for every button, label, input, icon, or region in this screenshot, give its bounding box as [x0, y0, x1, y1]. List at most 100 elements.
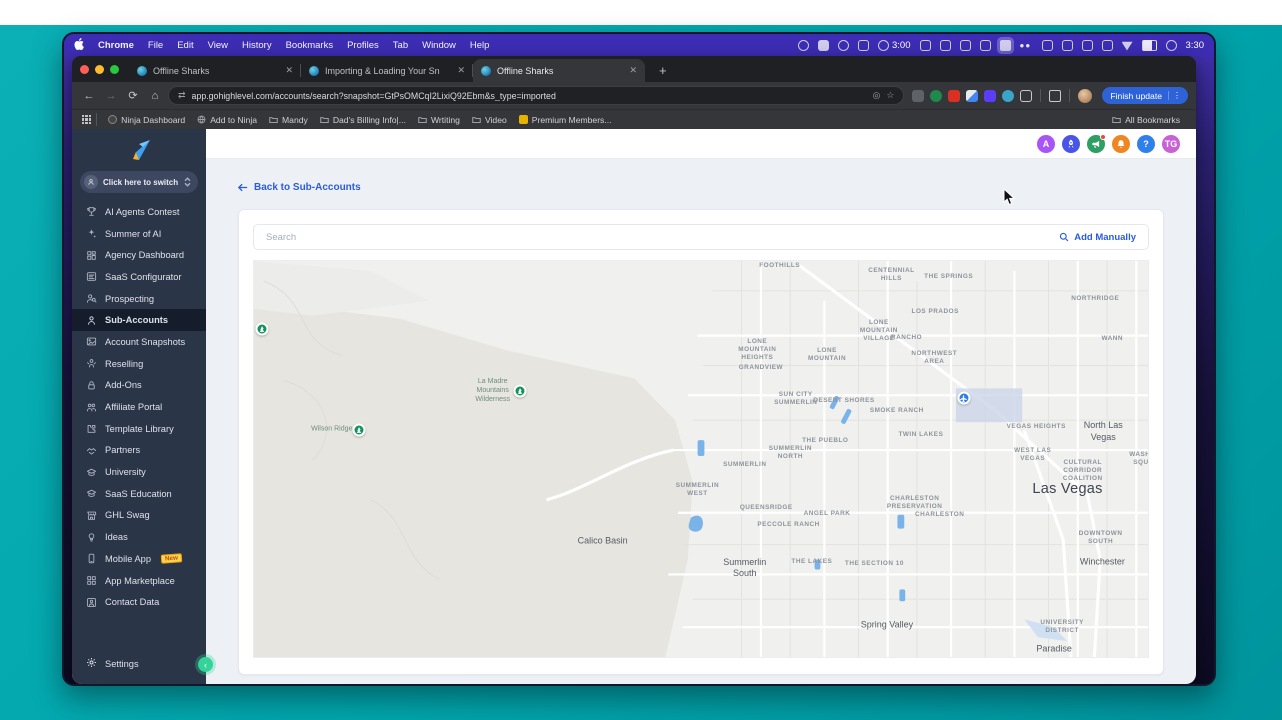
sidebar-item-contact-data[interactable]: Contact Data	[72, 591, 206, 613]
park-marker[interactable]	[352, 423, 366, 437]
bookmark-4[interactable]: Dad's Billing Info|...	[314, 115, 412, 125]
site-settings-icon[interactable]: ⇄	[178, 90, 186, 101]
menu-item-edit[interactable]: Edit	[177, 40, 193, 51]
assistant-icon[interactable]	[838, 39, 849, 51]
browser-tab-3[interactable]: Offline Sharks ✕	[473, 59, 645, 82]
bookmark-7[interactable]: Premium Members...	[513, 115, 618, 125]
apple-menu-icon[interactable]	[74, 37, 84, 53]
sidebar-item-saas-configurator[interactable]: SaaS Configurator	[72, 266, 206, 288]
search-input[interactable]: Search	[266, 232, 1059, 243]
nodes-icon[interactable]	[818, 39, 829, 51]
sidebar-item-ideas[interactable]: Ideas	[72, 526, 206, 548]
finish-update-button[interactable]: Finish update ⋮	[1102, 87, 1188, 104]
search-bar[interactable]: Search Add Manually	[253, 224, 1149, 250]
windows-icon[interactable]	[858, 39, 869, 51]
park-marker[interactable]	[255, 322, 269, 336]
sidebar-item-affiliate-portal[interactable]: Affiliate Portal	[72, 396, 206, 418]
sidebar-item-ghl-swag[interactable]: GHL Swag	[72, 505, 206, 527]
profile-icon[interactable]	[1165, 39, 1177, 51]
address-bar[interactable]: ⇄ app.gohighlevel.com/accounts/search?sn…	[168, 86, 905, 105]
side-panel-icon[interactable]	[1049, 89, 1062, 102]
sidebar-item-settings[interactable]: Settings	[72, 653, 206, 674]
search-icon[interactable]	[1061, 39, 1073, 51]
globe-icon[interactable]	[798, 39, 809, 51]
translate-icon[interactable]: A	[1037, 134, 1055, 153]
sidebar-item-prospecting[interactable]: Prospecting	[72, 288, 206, 310]
new-tab-button[interactable]: +	[653, 59, 673, 82]
sidebar-item-partners[interactable]: Partners	[72, 440, 206, 462]
chrome-profile-avatar[interactable]	[1078, 88, 1093, 103]
forward-button[interactable]: →	[102, 90, 120, 102]
maximize-window-button[interactable]	[110, 64, 119, 74]
browser-tab-2[interactable]: Importing & Loading Your Sn ✕	[301, 59, 473, 82]
menu-item-profiles[interactable]: Profiles	[347, 40, 379, 51]
close-window-button[interactable]	[80, 64, 89, 74]
tree-extension-icon[interactable]	[930, 89, 943, 102]
menu-item-history[interactable]: History	[242, 40, 272, 51]
pin-extension-icon[interactable]	[948, 89, 961, 102]
tab-close-icon[interactable]: ✕	[457, 65, 465, 76]
back-button[interactable]: ←	[80, 90, 98, 102]
sidebar-item-app-marketplace[interactable]: App Marketplace	[72, 570, 206, 592]
minimize-window-button[interactable]	[95, 64, 104, 74]
shape-icon[interactable]	[1101, 39, 1113, 51]
menu-item-help[interactable]: Help	[470, 40, 490, 51]
menu-item-file[interactable]: File	[148, 40, 163, 51]
menu-item-tab[interactable]: Tab	[393, 40, 408, 51]
back-to-subaccounts-link[interactable]: Back to Sub-Accounts	[238, 182, 361, 193]
url-text[interactable]: app.gohighlevel.com/accounts/search?snap…	[192, 91, 867, 101]
sidebar-item-university[interactable]: University	[72, 461, 206, 483]
account-switcher[interactable]: Click here to switch	[80, 171, 198, 193]
bookmark-1[interactable]: Ninja Dashboard	[102, 115, 191, 125]
dropbox-icon[interactable]	[959, 39, 971, 51]
sidebar-item-sub-accounts[interactable]: Sub-Accounts	[72, 309, 206, 332]
purple-extension-icon[interactable]	[984, 89, 997, 102]
announcements-icon[interactable]	[1087, 133, 1106, 153]
pen-extension-icon[interactable]	[966, 89, 979, 102]
menu-item-bookmarks[interactable]: Bookmarks	[286, 40, 334, 51]
rocket-icon[interactable]	[1062, 134, 1080, 153]
screen-record-icon[interactable]	[999, 39, 1011, 51]
bookmark-star-icon[interactable]: ☆	[886, 90, 894, 101]
menu-item-window[interactable]: Window	[422, 40, 456, 51]
drive-icon[interactable]	[939, 39, 951, 51]
sidebar-item-mobile-app[interactable]: Mobile App New	[72, 548, 206, 570]
tab-close-icon[interactable]: ✕	[629, 65, 637, 76]
browser-menu-icon[interactable]: ⋮	[1168, 91, 1185, 100]
notifications-icon[interactable]	[1112, 134, 1130, 153]
sidebar-item-ai-agents-contest[interactable]: AI Agents Contest	[72, 201, 206, 223]
reload-button[interactable]: ⟳	[124, 89, 142, 102]
sidebar-item-reselling[interactable]: Reselling	[72, 353, 206, 375]
sidebar-item-add-ons[interactable]: Add-Ons	[72, 375, 206, 397]
keyboard-icon[interactable]	[979, 39, 991, 51]
sidebar-item-account-snapshots[interactable]: Account Snapshots	[72, 331, 206, 353]
sidebar-item-agency-dashboard[interactable]: Agency Dashboard	[72, 244, 206, 266]
extensions-puzzle-icon[interactable]	[1020, 89, 1033, 102]
airport-marker[interactable]	[957, 391, 971, 405]
display-icon[interactable]	[1041, 39, 1053, 51]
sidebar-item-template-library[interactable]: Template Library	[72, 418, 206, 440]
profile-avatar[interactable]: TG	[1162, 134, 1180, 153]
tab-close-icon[interactable]: ✕	[285, 65, 293, 76]
dots-icon[interactable]: ●●	[1020, 40, 1033, 51]
map-view[interactable]: FOOTHILLS CENTENNIAL HILLS THE SPRINGS NORT…	[253, 260, 1149, 658]
bookmark-2[interactable]: Add to Ninja	[191, 115, 263, 125]
window-controls[interactable]	[80, 56, 119, 82]
sidebar-item-summer-of-ai[interactable]: Summer of AI	[72, 223, 206, 245]
battery-icon[interactable]	[1141, 39, 1157, 51]
password-icon[interactable]	[1081, 39, 1093, 51]
bookmark-5[interactable]: Wrtiting	[412, 115, 466, 125]
camera-extension-icon[interactable]	[912, 89, 925, 102]
add-manually-button[interactable]: Add Manually	[1059, 232, 1136, 243]
help-icon[interactable]: ?	[1137, 134, 1155, 153]
home-button[interactable]: ⌂	[146, 90, 164, 102]
browser-tab-1[interactable]: Offline Sharks ✕	[129, 59, 301, 82]
wifi-icon[interactable]	[1121, 41, 1133, 51]
location-icon[interactable]: ◎	[872, 90, 880, 101]
bookmark-6[interactable]: Video	[466, 115, 513, 125]
link-icon[interactable]	[919, 39, 931, 51]
park-marker[interactable]	[513, 384, 527, 398]
bookmark-3[interactable]: Mandy	[263, 115, 314, 125]
apps-grid-icon[interactable]	[82, 114, 92, 125]
timer-icon[interactable]: 3:00	[878, 39, 911, 51]
